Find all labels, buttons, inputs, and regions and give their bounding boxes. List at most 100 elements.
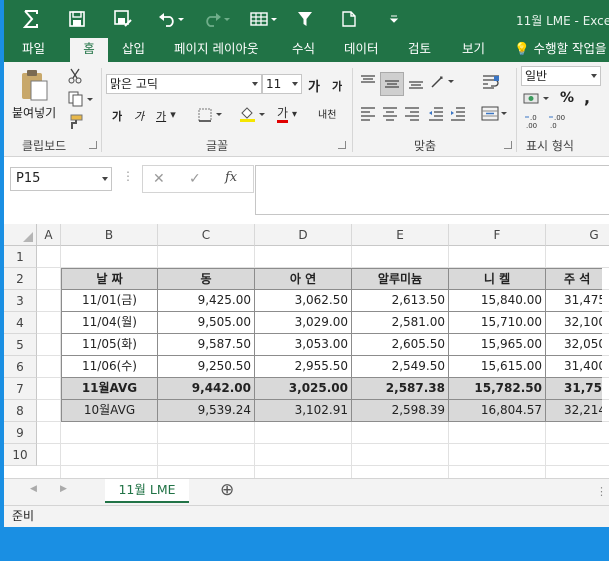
table-cell[interactable]: 2,613.50 [352,290,449,312]
font-name-select[interactable]: 맑은 고딕 [106,74,262,94]
table-header-cell[interactable]: 주 석 [546,268,602,290]
tab-page-layout[interactable]: 페이지 레이아웃 [168,38,264,62]
table-cell[interactable]: 3,029.00 [255,312,352,334]
enter-icon[interactable]: ✓ [189,171,201,187]
percent-style-button[interactable]: % [560,90,574,106]
customize-icon[interactable] [386,8,402,30]
paste-button-label[interactable]: 붙여넣기 [12,104,56,121]
chevron-down-icon[interactable]: ▾ [168,108,178,121]
table-cell[interactable]: 2,581.00 [352,312,449,334]
table-cell[interactable]: 2,549.50 [352,356,449,378]
table-cell[interactable]: 11/05(화) [61,334,158,356]
increase-decimal-icon[interactable]: .0.00 [524,112,546,130]
table-cell[interactable]: 3,053.00 [255,334,352,356]
table-cell[interactable]: 11월AVG [61,378,158,400]
save-icon[interactable] [66,8,88,30]
save-as-icon[interactable] [112,8,134,30]
insert-function-icon[interactable]: fx [225,170,237,185]
select-all-corner[interactable] [4,224,37,246]
row-header-7[interactable]: 7 [4,378,37,400]
grow-font-button[interactable]: 가 [308,76,320,95]
border-icon[interactable] [196,106,226,124]
row-header-10[interactable]: 10 [4,444,37,466]
row-header-3[interactable]: 3 [4,290,37,312]
column-header-a[interactable]: A [37,224,61,246]
sheet-tab-11-lme[interactable]: 11월 LME [105,479,189,503]
tab-home[interactable]: 홈 [70,38,108,62]
underline-button[interactable]: 가 [156,108,166,124]
align-left-icon[interactable] [358,104,378,124]
fill-color-icon[interactable] [238,106,268,124]
column-header-c[interactable]: C [158,224,255,246]
vertical-dots-icon[interactable]: ⋮ [122,169,134,183]
row-header-4[interactable]: 4 [4,312,37,334]
decrease-decimal-icon[interactable]: .00.0 [548,112,570,130]
align-center-icon[interactable] [380,104,400,124]
alignment-launcher-icon[interactable] [504,141,512,149]
align-middle-icon[interactable] [380,72,404,96]
column-header-b[interactable]: B [61,224,158,246]
add-sheet-icon[interactable]: ⊕ [220,480,234,500]
table-header-cell[interactable]: 니 켈 [449,268,546,290]
table-cell[interactable]: 3,102.91 [255,400,352,422]
table-cell[interactable]: 2,587.38 [352,378,449,400]
tell-me-box[interactable]: 💡 수행할 작업을 [514,38,607,62]
table-cell[interactable]: 15,615.00 [449,356,546,378]
column-header-g[interactable]: G [546,224,609,246]
table-cell[interactable]: 9,250.50 [158,356,255,378]
row-header-8[interactable]: 8 [4,400,37,422]
column-header-d[interactable]: D [255,224,352,246]
table-cell[interactable]: 10월AVG [61,400,158,422]
row-header-9[interactable]: 9 [4,422,37,444]
column-header-e[interactable]: E [352,224,449,246]
clipboard-launcher-icon[interactable] [89,141,97,149]
table-cell[interactable]: 2,605.50 [352,334,449,356]
vertical-dots-icon[interactable]: ⋮ [596,485,607,498]
table-cell[interactable]: 3,062.50 [255,290,352,312]
row-header-1[interactable]: 1 [4,246,37,268]
scroll-right-icon[interactable]: ▶ [60,484,67,494]
italic-button[interactable]: 가 [134,108,144,124]
table-cell[interactable]: 11/06(수) [61,356,158,378]
increase-indent-icon[interactable] [448,104,468,124]
new-doc-icon[interactable] [338,8,360,30]
wrap-text-icon[interactable] [480,72,502,92]
table-cell[interactable]: 15,840.00 [449,290,546,312]
redo-icon[interactable] [202,8,232,30]
font-launcher-icon[interactable] [338,141,346,149]
paste-icon[interactable] [14,66,54,104]
table-cell[interactable]: 32,050 [546,334,602,356]
table-header-cell[interactable]: 아 연 [255,268,352,290]
bold-button[interactable]: 가 [112,108,122,124]
table-cell[interactable]: 16,804.57 [449,400,546,422]
table-cell[interactable]: 9,442.00 [158,378,255,400]
table-cell[interactable]: 32,214 [546,400,602,422]
form-icon[interactable] [248,8,280,30]
tab-insert[interactable]: 삽입 [116,38,151,62]
table-cell[interactable]: 32,100 [546,312,602,334]
table-cell[interactable]: 2,955.50 [255,356,352,378]
formula-input[interactable] [255,165,609,215]
table-header-cell[interactable]: 날 짜 [61,268,158,290]
name-box[interactable]: P15 [10,167,112,191]
table-cell[interactable]: 3,025.00 [255,378,352,400]
align-bottom-icon[interactable] [406,72,426,92]
font-color-icon[interactable]: 가 ▾ [272,104,302,124]
table-cell[interactable]: 15,965.00 [449,334,546,356]
table-cell[interactable]: 31,400 [546,356,602,378]
table-cell[interactable]: 11/01(금) [61,290,158,312]
number-format-select[interactable]: 일반 [521,66,601,86]
table-cell[interactable]: 15,710.00 [449,312,546,334]
table-header-cell[interactable]: 동 [158,268,255,290]
row-header-6[interactable]: 6 [4,356,37,378]
shrink-font-button[interactable]: 가 [332,78,342,94]
worksheet-grid[interactable]: A B C D E F G 1 2 3 4 5 6 7 8 9 10 날 짜 동… [4,224,609,478]
table-header-cell[interactable]: 알루미늄 [352,268,449,290]
scroll-left-icon[interactable]: ◀ [30,484,37,494]
table-cell[interactable]: 9,587.50 [158,334,255,356]
filter-icon[interactable] [294,8,316,30]
table-cell[interactable]: 9,425.00 [158,290,255,312]
tab-review[interactable]: 검토 [402,38,437,62]
tab-formulas[interactable]: 수식 [286,38,321,62]
sum-icon[interactable] [20,8,42,30]
